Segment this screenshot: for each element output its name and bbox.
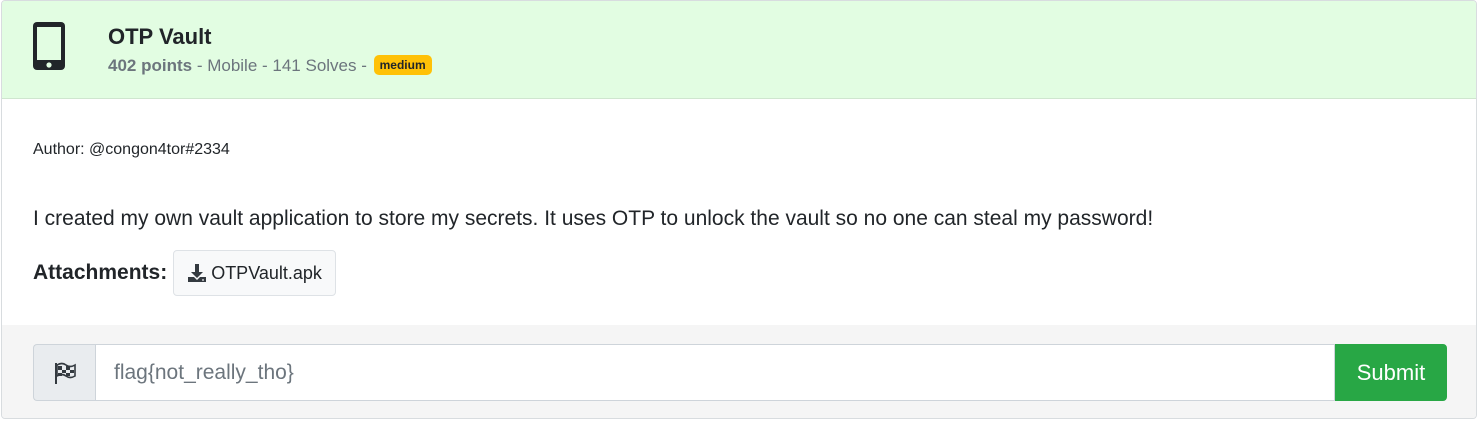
checkered-flag-icon <box>54 362 76 384</box>
attachment-download-button[interactable]: OTPVault.apk <box>173 250 336 296</box>
challenge-meta: 402 points - Mobile - 141 Solves - mediu… <box>108 54 432 78</box>
flag-addon <box>33 344 95 401</box>
difficulty-badge: medium <box>373 55 432 75</box>
challenge-card: OTP Vault 402 points - Mobile - 141 Solv… <box>1 0 1477 419</box>
flag-submit-footer: Submit <box>2 325 1476 418</box>
attachments-row: Attachments: OTPVault.apk <box>33 250 336 296</box>
challenge-description: I created my own vault application to st… <box>33 207 1154 230</box>
flag-input-group: Submit <box>33 344 1447 401</box>
challenge-header: OTP Vault 402 points - Mobile - 141 Solv… <box>2 1 1476 99</box>
challenge-body: Author: @congon4tor#2334 I created my ow… <box>2 99 1476 325</box>
challenge-category-solves: - Mobile - 141 Solves - <box>192 56 372 75</box>
flag-input[interactable] <box>95 344 1335 401</box>
submit-button[interactable]: Submit <box>1335 344 1447 401</box>
download-icon <box>188 264 207 282</box>
challenge-title: OTP Vault <box>108 24 212 49</box>
attachment-filename: OTPVault.apk <box>211 262 322 283</box>
mobile-phone-icon <box>32 21 66 71</box>
challenge-points: 402 points <box>108 56 193 75</box>
challenge-author: Author: @congon4tor#2334 <box>33 141 230 158</box>
attachments-label: Attachments: <box>33 261 168 284</box>
